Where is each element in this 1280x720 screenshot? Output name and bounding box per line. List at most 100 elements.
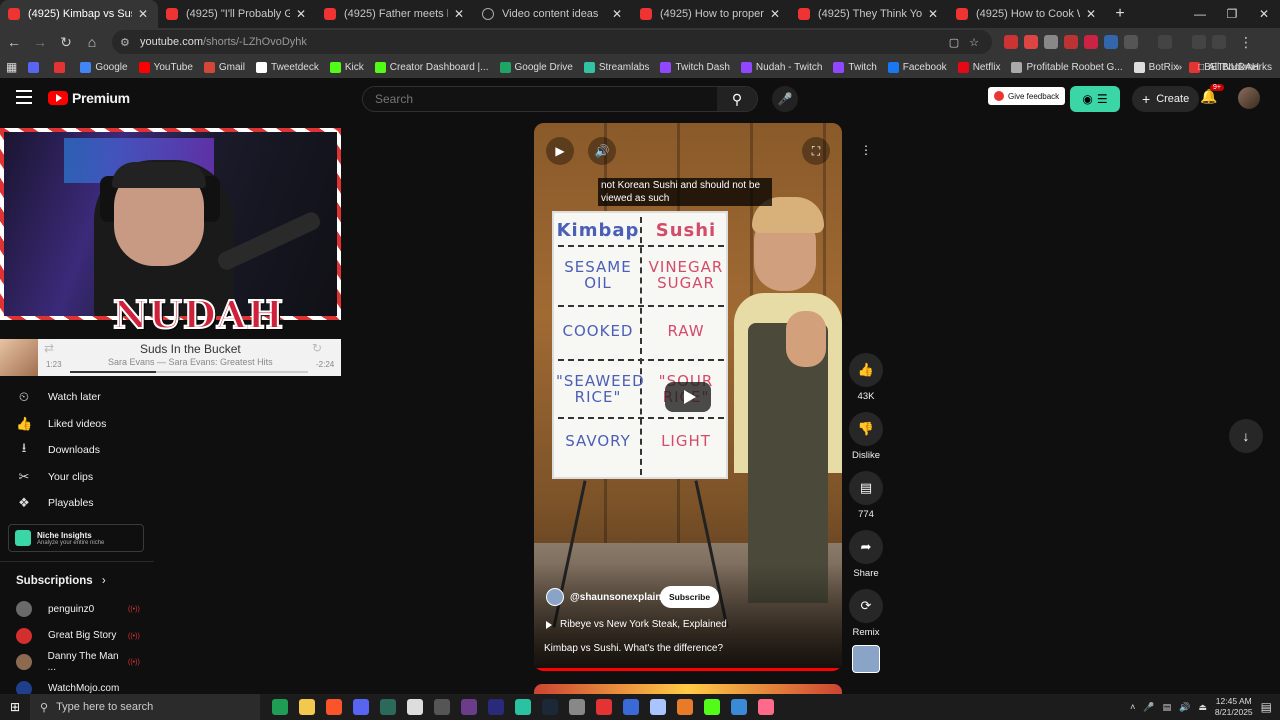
subscription-item[interactable]: Danny The Man ... ((•)) xyxy=(0,649,154,676)
taskbar-app-icon[interactable] xyxy=(677,699,693,715)
close-tab-icon[interactable]: ✕ xyxy=(610,7,624,21)
extension-icon[interactable] xyxy=(1084,35,1098,49)
channel-name[interactable]: @shaunsonexplains xyxy=(570,592,667,603)
volume-icon[interactable]: 🔊 xyxy=(1179,702,1190,713)
menu-icon[interactable] xyxy=(16,90,32,104)
taskbar-app-icon[interactable] xyxy=(488,699,504,715)
sidebar-item[interactable]: 👍 Liked videos xyxy=(0,411,154,438)
home-icon[interactable]: ⌂ xyxy=(80,34,104,50)
dislike-button[interactable]: 👎 Dislike xyxy=(848,412,884,461)
all-bookmarks-button[interactable]: » □ All Bookmarks xyxy=(1176,56,1272,78)
next-short-button[interactable]: ↓ xyxy=(1229,419,1263,453)
network-icon[interactable]: ▤ xyxy=(1163,702,1172,713)
microphone-icon[interactable]: 🎤 xyxy=(1143,702,1154,713)
shorts-player[interactable]: Kimbap Sushi SESAME OIL VINEGAR SUGAR COOKED… xyxy=(534,123,842,671)
bookmark-item[interactable]: Kick xyxy=(329,61,364,73)
remix-button[interactable]: ⟳ Remix xyxy=(848,589,884,638)
bookmark-item[interactable]: Nudah - Twitch xyxy=(740,61,822,73)
taskbar-app-icon[interactable] xyxy=(704,699,720,715)
more-options-button[interactable]: ⋮ xyxy=(852,136,880,164)
extension-icon[interactable] xyxy=(1104,35,1118,49)
taskbar-app-icon[interactable] xyxy=(461,699,477,715)
bookmark-item[interactable] xyxy=(28,61,43,73)
short-title[interactable]: Kimbap vs Sushi. What's the difference? xyxy=(544,643,723,654)
reload-icon[interactable]: ↻ xyxy=(54,34,78,51)
bookmark-star-icon[interactable]: ☆ xyxy=(964,36,984,49)
taskbar-app-icon[interactable] xyxy=(515,699,531,715)
bookmark-item[interactable]: Gmail xyxy=(203,61,245,73)
site-info-icon[interactable]: ⚙ xyxy=(120,36,134,49)
browser-tab[interactable]: (4925) Father meets his children ✕ xyxy=(316,0,474,28)
search-input[interactable] xyxy=(363,87,717,111)
taskbar-app-icon[interactable] xyxy=(299,699,315,715)
niche-insights-button[interactable]: Niche Insights Analyze your entire niche xyxy=(8,524,144,552)
channel-info[interactable]: @shaunsonexplains xyxy=(546,588,667,606)
sidebar-item[interactable]: ⭳ Downloads xyxy=(0,437,154,464)
extension-menu-button[interactable]: ◉ ☰ xyxy=(1070,86,1120,112)
profile-menu-icon[interactable] xyxy=(1192,35,1206,49)
back-icon[interactable]: ← xyxy=(2,34,26,50)
browser-tab[interactable]: (4925) They Think You're Stupid ✕ xyxy=(790,0,948,28)
bookmark-item[interactable] xyxy=(54,61,69,73)
taskbar-app-icon[interactable] xyxy=(623,699,639,715)
subscription-item[interactable]: penguinz0 ((•)) xyxy=(0,596,154,623)
browser-tab[interactable]: Video content ideas ✕ xyxy=(474,0,632,28)
forward-icon[interactable]: → xyxy=(28,34,52,50)
close-tab-icon[interactable]: ✕ xyxy=(136,7,150,21)
taskbar-app-icon[interactable] xyxy=(542,699,558,715)
extension-icon[interactable] xyxy=(1064,35,1078,49)
volume-button[interactable]: 🔊 xyxy=(588,137,616,165)
bookmark-item[interactable]: Twitch xyxy=(833,61,877,73)
notifications-button[interactable]: 🔔 9+ xyxy=(1200,84,1224,105)
voice-search-button[interactable]: 🎤 xyxy=(772,86,798,112)
taskbar-app-icon[interactable] xyxy=(407,699,423,715)
taskbar-app-icon[interactable] xyxy=(272,699,288,715)
like-button[interactable]: 👍 43K xyxy=(848,353,884,402)
url-field[interactable]: ⚙ youtube.com/shorts/-LZhOvoDyhk ▢ ☆ xyxy=(112,30,992,54)
close-tab-icon[interactable]: ✕ xyxy=(1084,7,1098,21)
restore-icon[interactable]: ❐ xyxy=(1216,0,1248,28)
browser-tab[interactable]: (4925) Kimbap vs Sushi. What's ✕ xyxy=(0,0,158,28)
extension-icon[interactable] xyxy=(1044,35,1058,49)
bookmark-item[interactable]: Google Drive xyxy=(499,61,573,73)
comments-button[interactable]: ▤ 774 xyxy=(848,471,884,520)
sidebar-item[interactable]: ❖ Playables xyxy=(0,490,154,517)
sidebar-item[interactable]: ⏲ Watch later xyxy=(0,384,154,411)
bookmark-item[interactable]: Twitch Dash xyxy=(660,61,730,73)
related-video-link[interactable]: Ribeye vs New York Steak, Explained xyxy=(546,619,727,630)
bookmark-item[interactable]: YouTube xyxy=(138,61,193,73)
subscribe-button[interactable]: Subscribe xyxy=(660,586,720,608)
windows-start-icon[interactable]: ⊞ xyxy=(0,700,30,714)
taskbar-clock[interactable]: 12:45 AM 8/21/2025 xyxy=(1215,696,1253,718)
taskbar-app-icon[interactable] xyxy=(650,699,666,715)
subscriptions-header[interactable]: Subscriptions › xyxy=(16,575,106,587)
channel-avatar[interactable] xyxy=(546,588,564,606)
close-window-icon[interactable]: ✕ xyxy=(1248,0,1280,28)
give-feedback-button[interactable]: Give feedback xyxy=(988,87,1066,105)
fullscreen-button[interactable]: ⛶ xyxy=(802,137,830,165)
account-avatar[interactable] xyxy=(1238,87,1260,109)
taskbar-app-icon[interactable] xyxy=(596,699,612,715)
bookmark-item[interactable]: Facebook xyxy=(887,61,947,73)
bookmark-item[interactable]: Tweetdeck xyxy=(256,61,319,73)
tray-overflow-icon[interactable]: ˄ xyxy=(1130,702,1135,712)
close-tab-icon[interactable]: ✕ xyxy=(294,7,308,21)
browser-tab[interactable]: (4925) "I'll Probably Get Pulled ✕ xyxy=(158,0,316,28)
bookmark-item[interactable]: Google xyxy=(80,61,128,73)
share-button[interactable]: ➦ Share xyxy=(848,530,884,579)
subscription-item[interactable]: Great Big Story ((•)) xyxy=(0,623,154,650)
browser-tab[interactable]: (4925) How to Cook With Stain ✕ xyxy=(948,0,1106,28)
minimize-icon[interactable]: — xyxy=(1184,0,1216,28)
sidebar-item[interactable]: ✂ Your clips xyxy=(0,464,154,491)
eject-icon[interactable]: ⏏ xyxy=(1198,702,1207,713)
puzzle-icon[interactable] xyxy=(1124,35,1138,49)
bookmark-item[interactable]: BotRix xyxy=(1133,61,1178,73)
close-tab-icon[interactable]: ✕ xyxy=(926,7,940,21)
create-button[interactable]: + Create xyxy=(1132,86,1200,112)
sound-source-thumbnail[interactable] xyxy=(852,645,880,673)
search-button[interactable]: ⚲ xyxy=(717,87,757,111)
taskbar-app-icon[interactable] xyxy=(380,699,396,715)
youtube-logo[interactable]: Premium xyxy=(48,90,130,106)
notification-center-icon[interactable]: ▤ xyxy=(1261,700,1272,714)
video-progress-bar[interactable] xyxy=(534,668,842,671)
